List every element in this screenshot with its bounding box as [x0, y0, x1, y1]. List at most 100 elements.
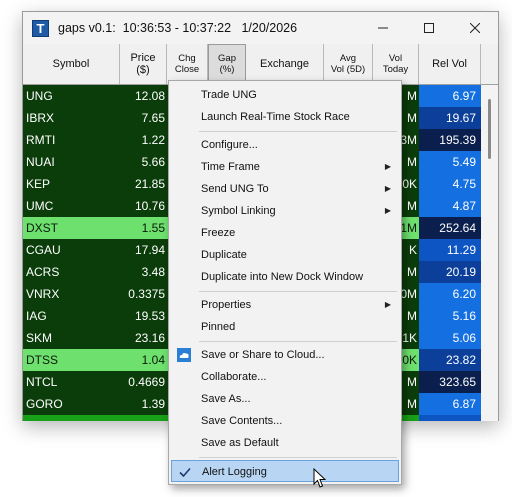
menu-item-label: Properties: [201, 299, 252, 311]
rel-vol-cell: 4.75: [419, 173, 481, 195]
column-header-row: Symbol Price ($) Chg Close Gap (%) Exchange A…: [23, 44, 498, 85]
column-header-rel_vol[interactable]: Rel Vol: [419, 44, 481, 84]
menu-item-collaborate[interactable]: Collaborate...: [171, 366, 399, 388]
submenu-arrow-icon: ▶: [384, 300, 391, 309]
menu-item-save-contents[interactable]: Save Contents...: [171, 410, 399, 432]
menu-item-label: Duplicate into New Dock Window: [201, 271, 364, 283]
price-cell: 23.16: [134, 331, 165, 345]
rel-vol-cell: 20.19: [419, 261, 481, 283]
maximize-icon: [424, 23, 434, 33]
menu-item-duplicate-into-new-dock-window[interactable]: Duplicate into New Dock Window: [171, 266, 399, 288]
close-icon: [470, 23, 480, 33]
menu-item-label: Freeze: [201, 227, 236, 239]
maximize-button[interactable]: [406, 12, 452, 44]
menu-item-label: Trade UNG: [201, 89, 257, 101]
symbol-cell: VNRX: [26, 287, 60, 301]
menu-item-launch-real-time-stock-race[interactable]: Launch Real-Time Stock Race: [171, 106, 399, 128]
title-bar[interactable]: T gaps v0.1: 10:36:53 - 10:37:22 1/20/20…: [23, 12, 498, 44]
menu-item-save-as-default[interactable]: Save as Default: [171, 432, 399, 454]
menu-item-time-frame[interactable]: Time Frame ▶: [171, 156, 399, 178]
menu-item-freeze[interactable]: Freeze: [171, 222, 399, 244]
symbol-cell: NTCL: [26, 375, 58, 389]
menu-item-label: Collaborate...: [201, 371, 267, 383]
symbol-cell: UNL: [23, 415, 120, 421]
symbol-cell: RMTI: [26, 133, 56, 147]
price-cell: 1.22: [141, 133, 165, 147]
menu-item-label: Launch Real-Time Stock Race: [201, 111, 350, 123]
symbol-cell: UMC: [26, 199, 54, 213]
close-button[interactable]: [452, 12, 498, 44]
rel-vol-cell: 5.06: [419, 327, 481, 349]
checkmark-icon: [179, 467, 191, 478]
price-cell: 3.48: [141, 265, 165, 279]
price-cell: 0.4669: [128, 375, 165, 389]
scrollbar-thumb[interactable]: [488, 99, 491, 159]
column-header-exchange[interactable]: Exchange: [246, 44, 324, 84]
menu-item-label: Symbol Linking: [201, 205, 276, 217]
minimize-button[interactable]: [360, 12, 406, 44]
symbol-cell: NUAI: [26, 155, 55, 169]
rel-vol-cell: 5.16: [419, 305, 481, 327]
menu-item-trade-ung[interactable]: Trade UNG: [171, 84, 399, 106]
rel-vol-cell: 323.65: [419, 371, 481, 393]
symbol-cell: IAG: [26, 309, 47, 323]
vertical-scrollbar[interactable]: [481, 85, 498, 421]
rel-vol-cell: 6.97: [419, 85, 481, 107]
symbol-cell: SKM: [26, 331, 53, 345]
menu-item-send-ung-to[interactable]: Send UNG To ▶: [171, 178, 399, 200]
submenu-arrow-icon: ▶: [384, 162, 391, 171]
price-cell: 1.04: [141, 353, 165, 367]
rel-vol-cell: 5.49: [419, 151, 481, 173]
price-cell: 21.85: [134, 177, 165, 191]
rel-vol-cell: 9.78: [419, 415, 481, 421]
menu-item-label: Configure...: [201, 139, 258, 151]
column-header-price[interactable]: Price ($): [120, 44, 167, 84]
price-cell: 0.3375: [128, 287, 165, 301]
menu-item-save-as[interactable]: Save As...: [171, 388, 399, 410]
menu-item-configure[interactable]: Configure...: [171, 134, 399, 156]
rel-vol-cell: 6.87: [419, 393, 481, 415]
column-header-chg_close[interactable]: Chg Close: [167, 44, 208, 84]
price-cell: 5.66: [141, 155, 165, 169]
price-cell: 17.94: [134, 243, 165, 257]
submenu-arrow-icon: ▶: [384, 206, 391, 215]
rel-vol-cell: 4.87: [419, 195, 481, 217]
window-title: gaps v0.1: 10:36:53 - 10:37:22 1/20/2026: [58, 21, 298, 35]
menu-item-label: Time Frame: [201, 161, 260, 173]
column-header-vol_today[interactable]: Vol Today: [373, 44, 419, 84]
symbol-cell: UNG: [26, 89, 53, 103]
menu-item-save-or-share-to-cloud[interactable]: Save or Share to Cloud...: [171, 344, 399, 366]
menu-separator: [199, 341, 397, 342]
rel-vol-cell: 195.39: [419, 129, 481, 151]
price-cell: 1.39: [141, 397, 165, 411]
menu-item-label: Duplicate: [201, 249, 247, 261]
menu-item-label: Save Contents...: [201, 415, 283, 427]
symbol-cell: DXST: [26, 221, 59, 235]
price-cell: 1.55: [141, 221, 165, 235]
menu-item-alert-logging[interactable]: Alert Logging: [171, 460, 399, 482]
menu-item-label: Save As...: [201, 393, 251, 405]
menu-item-properties[interactable]: Properties ▶: [171, 294, 399, 316]
menu-separator: [199, 457, 397, 458]
app-logo-icon: T: [32, 19, 49, 37]
menu-item-symbol-linking[interactable]: Symbol Linking ▶: [171, 200, 399, 222]
price-cell: 10.76: [134, 199, 165, 213]
column-header-avg_vol[interactable]: Avg Vol (5D): [324, 44, 373, 84]
context-menu: Trade UNG Launch Real-Time Stock Race Conf…: [168, 80, 402, 485]
menu-item-pinned[interactable]: Pinned: [171, 316, 399, 338]
minimize-icon: [378, 27, 388, 29]
symbol-cell: KEP: [26, 177, 51, 191]
mouse-cursor-icon: [313, 468, 327, 488]
submenu-arrow-icon: ▶: [384, 184, 391, 193]
rel-vol-cell: 19.67: [419, 107, 481, 129]
symbol-cell: ACRS: [26, 265, 60, 279]
column-header-symbol[interactable]: Symbol: [23, 44, 120, 84]
price-cell: 7.00: [120, 415, 167, 421]
rel-vol-cell: 6.20: [419, 283, 481, 305]
price-cell: 7.65: [141, 111, 165, 125]
column-header-gap[interactable]: Gap (%): [208, 44, 246, 84]
menu-item-label: Pinned: [201, 321, 236, 333]
menu-item-duplicate[interactable]: Duplicate: [171, 244, 399, 266]
cloud-icon: [177, 348, 191, 362]
symbol-cell: CGAU: [26, 243, 61, 257]
